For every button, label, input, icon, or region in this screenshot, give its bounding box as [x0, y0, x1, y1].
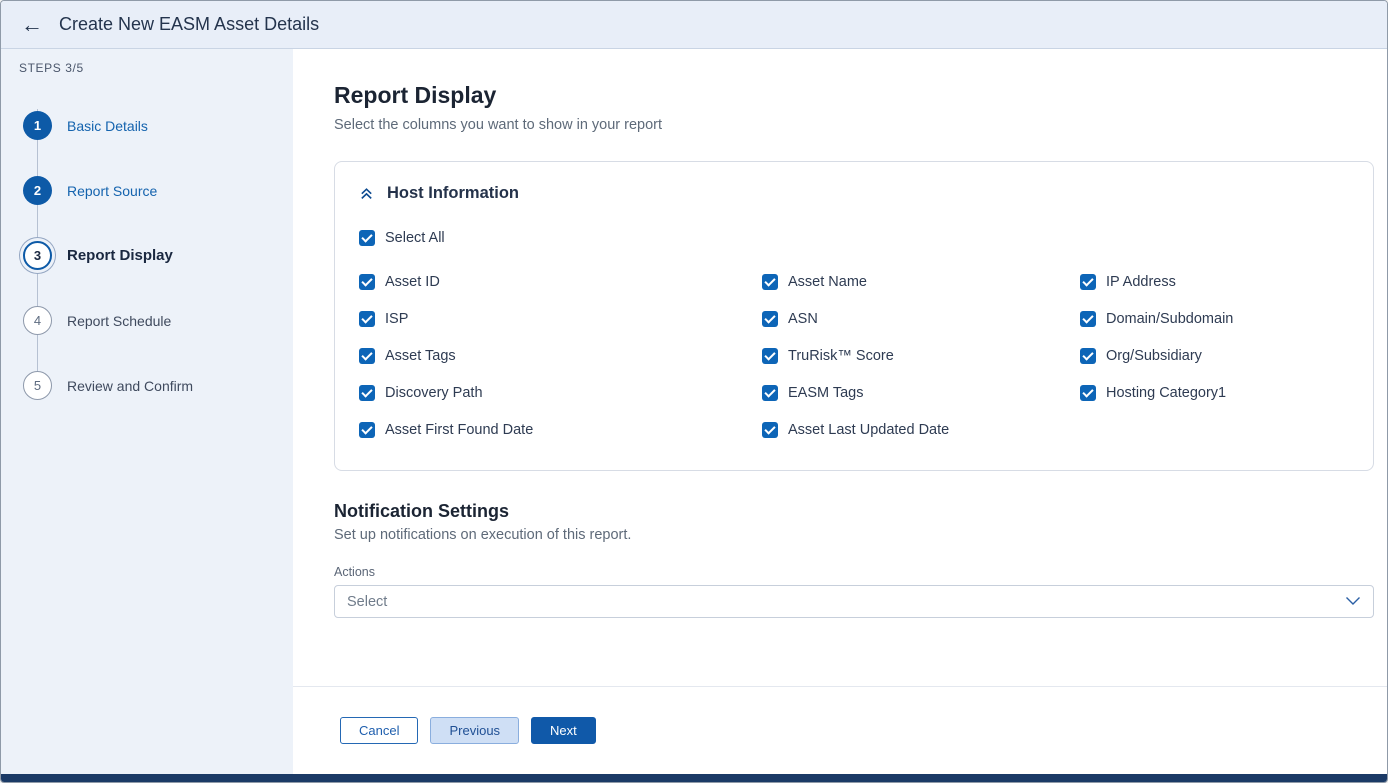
step-label: Report Schedule	[67, 313, 171, 329]
checked-checkbox-icon	[359, 230, 375, 246]
page-subtitle: Select the columns you want to show in y…	[334, 117, 1374, 133]
checked-checkbox-icon	[762, 311, 778, 327]
checkbox-label: Asset ID	[385, 274, 440, 290]
checkbox-label: EASM Tags	[788, 385, 864, 401]
host-information-title: Host Information	[387, 184, 519, 203]
step-number-badge: 3	[23, 241, 52, 270]
chevron-down-icon[interactable]	[1345, 593, 1361, 611]
checkbox-asn[interactable]: ASN	[762, 311, 1080, 327]
checked-checkbox-icon	[359, 385, 375, 401]
checked-checkbox-icon	[762, 385, 778, 401]
step-number-badge: 2	[23, 176, 52, 205]
checkbox-label: ASN	[788, 311, 818, 327]
checkbox-label: ISP	[385, 311, 408, 327]
wizard-footer: Cancel Previous Next	[293, 686, 1387, 774]
checkbox-ip-address[interactable]: IP Address	[1080, 274, 1349, 290]
checkbox-label: Asset First Found Date	[385, 422, 533, 438]
step-label: Report Display	[67, 247, 173, 264]
checked-checkbox-icon	[762, 274, 778, 290]
wizard-header: ← Create New EASM Asset Details	[1, 1, 1387, 49]
checkbox-domain-subdomain[interactable]: Domain/Subdomain	[1080, 311, 1349, 327]
steps-sidebar: STEPS 3/5 1 Basic Details 2 Report Sourc…	[1, 49, 293, 774]
checked-checkbox-icon	[1080, 274, 1096, 290]
checkbox-label: Select All	[385, 230, 445, 246]
checkbox-label: IP Address	[1106, 274, 1176, 290]
notification-settings-subtitle: Set up notifications on execution of thi…	[334, 527, 1374, 543]
step-basic-details[interactable]: 1 Basic Details	[23, 93, 277, 158]
wizard-body: STEPS 3/5 1 Basic Details 2 Report Sourc…	[1, 49, 1387, 774]
checkbox-label: Asset Tags	[385, 348, 456, 364]
actions-select-value: Select	[347, 594, 387, 610]
host-information-panel: Host Information Select All Asset ID	[334, 161, 1374, 471]
checked-checkbox-icon	[359, 274, 375, 290]
cancel-button[interactable]: Cancel	[340, 717, 418, 744]
steps-progress-label: STEPS 3/5	[19, 61, 277, 75]
wizard-title: Create New EASM Asset Details	[59, 14, 319, 35]
checkbox-isp[interactable]: ISP	[359, 311, 762, 327]
notification-settings-title: Notification Settings	[334, 501, 1374, 522]
checkbox-label: Hosting Category1	[1106, 385, 1226, 401]
step-label: Basic Details	[67, 118, 148, 134]
actions-select[interactable]: Select	[334, 585, 1374, 618]
main-panel: Report Display Select the columns you wa…	[293, 49, 1387, 774]
step-number-badge: 5	[23, 371, 52, 400]
step-label: Review and Confirm	[67, 378, 193, 394]
checkbox-label: TruRisk™ Score	[788, 348, 894, 364]
back-arrow-icon[interactable]: ←	[21, 14, 43, 36]
bottom-accent-bar	[1, 774, 1387, 782]
checkbox-label: Domain/Subdomain	[1106, 311, 1233, 327]
step-report-source[interactable]: 2 Report Source	[23, 158, 277, 223]
checkbox-asset-first-found-date[interactable]: Asset First Found Date	[359, 422, 762, 438]
checked-checkbox-icon	[1080, 311, 1096, 327]
step-number-badge: 1	[23, 111, 52, 140]
checkbox-asset-name[interactable]: Asset Name	[762, 274, 1080, 290]
checkbox-easm-tags[interactable]: EASM Tags	[762, 385, 1080, 401]
step-label: Report Source	[67, 183, 157, 199]
checkbox-hosting-category1[interactable]: Hosting Category1	[1080, 385, 1349, 401]
checkbox-discovery-path[interactable]: Discovery Path	[359, 385, 762, 401]
checkbox-select-all[interactable]: Select All	[359, 230, 1349, 246]
checkbox-asset-tags[interactable]: Asset Tags	[359, 348, 762, 364]
collapse-double-chevron-up-icon[interactable]	[359, 186, 374, 201]
checkbox-label: Asset Name	[788, 274, 867, 290]
checkbox-label: Asset Last Updated Date	[788, 422, 949, 438]
checked-checkbox-icon	[1080, 385, 1096, 401]
report-display-content: Report Display Select the columns you wa…	[293, 49, 1387, 686]
host-information-header: Host Information	[359, 184, 1349, 203]
actions-field-label: Actions	[334, 565, 1374, 579]
checked-checkbox-icon	[1080, 348, 1096, 364]
create-easm-wizard-window: ← Create New EASM Asset Details STEPS 3/…	[0, 0, 1388, 783]
checkbox-org-subsidiary[interactable]: Org/Subsidiary	[1080, 348, 1349, 364]
step-number-badge: 4	[23, 306, 52, 335]
checked-checkbox-icon	[359, 348, 375, 364]
column-checkbox-grid: Asset ID Asset Name IP Address ISP	[359, 274, 1349, 438]
step-report-schedule[interactable]: 4 Report Schedule	[23, 288, 277, 353]
checked-checkbox-icon	[762, 348, 778, 364]
wizard-stepper: 1 Basic Details 2 Report Source 3 Report…	[23, 93, 277, 418]
checkbox-label: Discovery Path	[385, 385, 483, 401]
step-report-display[interactable]: 3 Report Display	[23, 223, 277, 288]
checkbox-asset-last-updated-date[interactable]: Asset Last Updated Date	[762, 422, 1080, 438]
checkbox-trurisk-score[interactable]: TruRisk™ Score	[762, 348, 1080, 364]
checkbox-label: Org/Subsidiary	[1106, 348, 1202, 364]
previous-button[interactable]: Previous	[430, 717, 519, 744]
checkbox-asset-id[interactable]: Asset ID	[359, 274, 762, 290]
checked-checkbox-icon	[359, 422, 375, 438]
page-title: Report Display	[334, 82, 1374, 109]
next-button[interactable]: Next	[531, 717, 596, 744]
checked-checkbox-icon	[762, 422, 778, 438]
step-review-confirm[interactable]: 5 Review and Confirm	[23, 353, 277, 418]
checked-checkbox-icon	[359, 311, 375, 327]
